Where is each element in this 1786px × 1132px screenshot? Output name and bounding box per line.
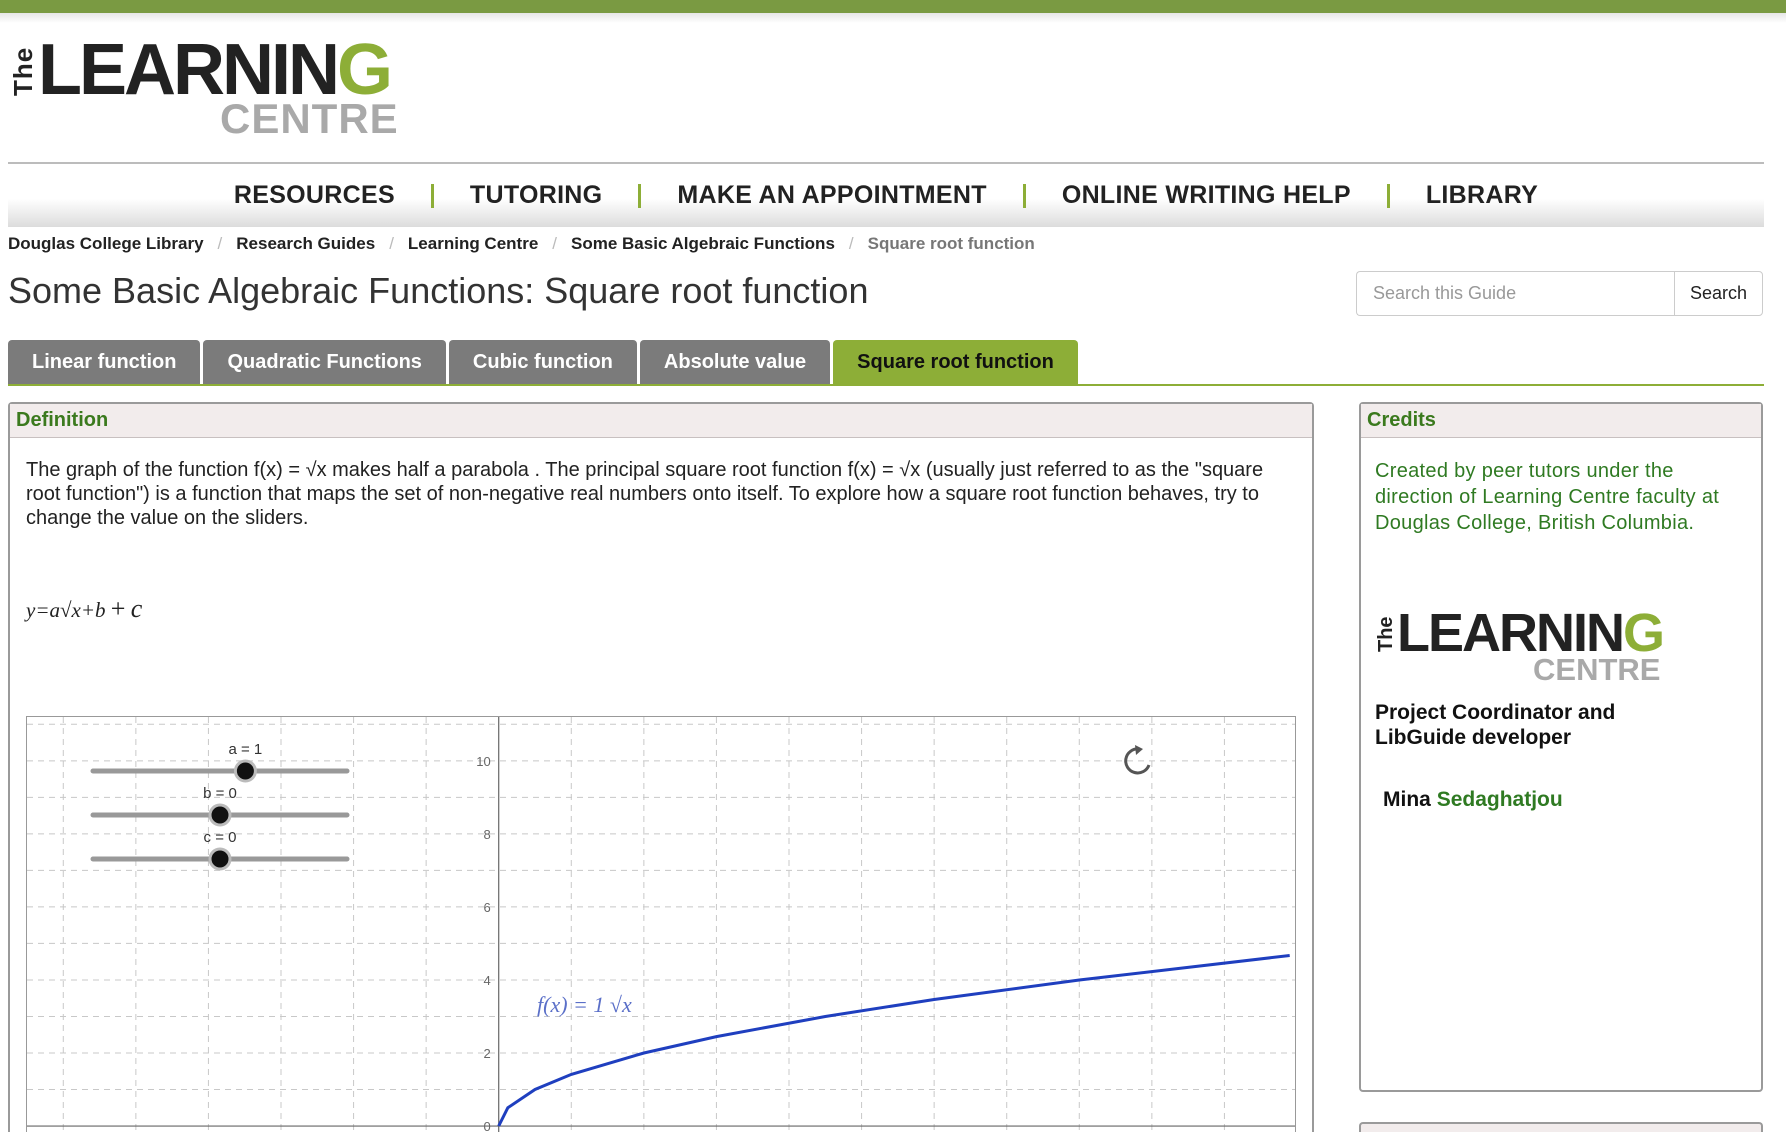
formula: y=a√x+b + c <box>26 594 142 624</box>
formula-plus: + <box>110 594 126 623</box>
breadcrumb: Douglas College Library / Research Guide… <box>8 234 1035 254</box>
logo-centre: CENTRE <box>1533 652 1661 687</box>
credits-panel: Credits Created by peer tutors under the… <box>1359 402 1763 1092</box>
nav-item-writing-help[interactable]: ONLINE WRITING HELP <box>1026 181 1387 210</box>
y-tick-label: 8 <box>483 827 490 842</box>
guide-tabs: Linear function Quadratic Functions Cubi… <box>8 340 1764 386</box>
learning-centre-logo-small: The LEARNING CENTRE <box>1375 606 1675 690</box>
logo-the: The <box>8 46 38 96</box>
nav-item-tutoring[interactable]: TUTORING <box>434 181 639 210</box>
tab-quadratic-functions[interactable]: Quadratic Functions <box>203 340 446 384</box>
y-tick-label: 6 <box>483 900 490 915</box>
breadcrumb-item[interactable]: Learning Centre <box>408 234 538 254</box>
slider-c-handle[interactable] <box>208 847 232 871</box>
definition-heading: Definition <box>10 404 1312 438</box>
credits-heading: Credits <box>1361 404 1761 438</box>
nav-item-appointment[interactable]: MAKE AN APPOINTMENT <box>641 181 1022 210</box>
function-graph[interactable]: 0 2 4 6 8 10 f(x) = 1 √x a = 1 b = 0 c = 0 <box>27 717 1296 1132</box>
definition-panel: Definition The graph of the function f(x… <box>8 402 1314 1132</box>
tab-linear-function[interactable]: Linear function <box>8 340 201 384</box>
definition-text: The graph of the function f(x) = √x make… <box>26 459 1264 529</box>
credits-person: Mina Sedaghatjou <box>1383 788 1563 812</box>
tab-square-root-function[interactable]: Square root function <box>833 340 1078 384</box>
tab-cubic-function[interactable]: Cubic function <box>448 340 637 384</box>
breadcrumb-current: Square root function <box>867 234 1035 253</box>
guide-search: Search <box>1356 271 1763 316</box>
breadcrumb-item[interactable]: Research Guides <box>236 234 375 254</box>
nav-item-library[interactable]: LIBRARY <box>1390 181 1574 210</box>
breadcrumb-separator: / <box>848 234 854 253</box>
top-shadow <box>0 13 1786 23</box>
formula-main: y=a√x+b <box>26 598 106 622</box>
breadcrumb-item[interactable]: Some Basic Algebraic Functions <box>571 234 835 254</box>
page-title: Some Basic Algebraic Functions: Square r… <box>8 270 869 311</box>
function-label: f(x) = 1 √x <box>537 992 632 1017</box>
slider-c-label: c = 0 <box>204 829 237 846</box>
logo-centre: CENTRE <box>220 95 399 142</box>
top-accent-bar <box>0 0 1786 13</box>
credits-text: Created by peer tutors under the directi… <box>1375 460 1720 534</box>
person-last-name: Sedaghatjou <box>1436 788 1563 811</box>
main-nav: RESOURCES TUTORING MAKE AN APPOINTMENT O… <box>8 162 1764 227</box>
slider-b-handle[interactable] <box>208 803 232 827</box>
next-panel-edge <box>1359 1122 1763 1132</box>
breadcrumb-separator: / <box>389 234 394 253</box>
search-input[interactable] <box>1356 271 1674 316</box>
y-tick-label: 4 <box>483 973 490 988</box>
credits-role: Project Coordinator and LibGuide develop… <box>1375 701 1616 749</box>
refresh-icon[interactable] <box>1124 745 1151 775</box>
slider-b-label: b = 0 <box>203 785 237 802</box>
y-tick-label: 2 <box>483 1046 490 1061</box>
breadcrumb-separator: / <box>217 234 223 253</box>
y-tick-label: 0 <box>483 1119 490 1132</box>
geogebra-applet[interactable]: 0 2 4 6 8 10 f(x) = 1 √x a = 1 b = 0 c = 0 <box>26 716 1296 1132</box>
learning-centre-logo[interactable]: The LEARNING CENTRE <box>8 34 428 142</box>
tab-absolute-value[interactable]: Absolute value <box>639 340 831 384</box>
function-curve <box>497 954 1290 1127</box>
y-tick-label: 10 <box>476 754 490 769</box>
formula-c: c <box>130 594 143 623</box>
person-first-name: Mina <box>1383 788 1431 811</box>
slider-a-handle[interactable] <box>233 759 257 783</box>
nav-item-resources[interactable]: RESOURCES <box>198 181 431 210</box>
breadcrumb-separator: / <box>552 234 558 253</box>
breadcrumb-item[interactable]: Douglas College Library <box>8 234 204 254</box>
slider-a-label: a = 1 <box>229 741 263 758</box>
search-button[interactable]: Search <box>1674 271 1763 316</box>
logo-the: The <box>1375 616 1397 652</box>
